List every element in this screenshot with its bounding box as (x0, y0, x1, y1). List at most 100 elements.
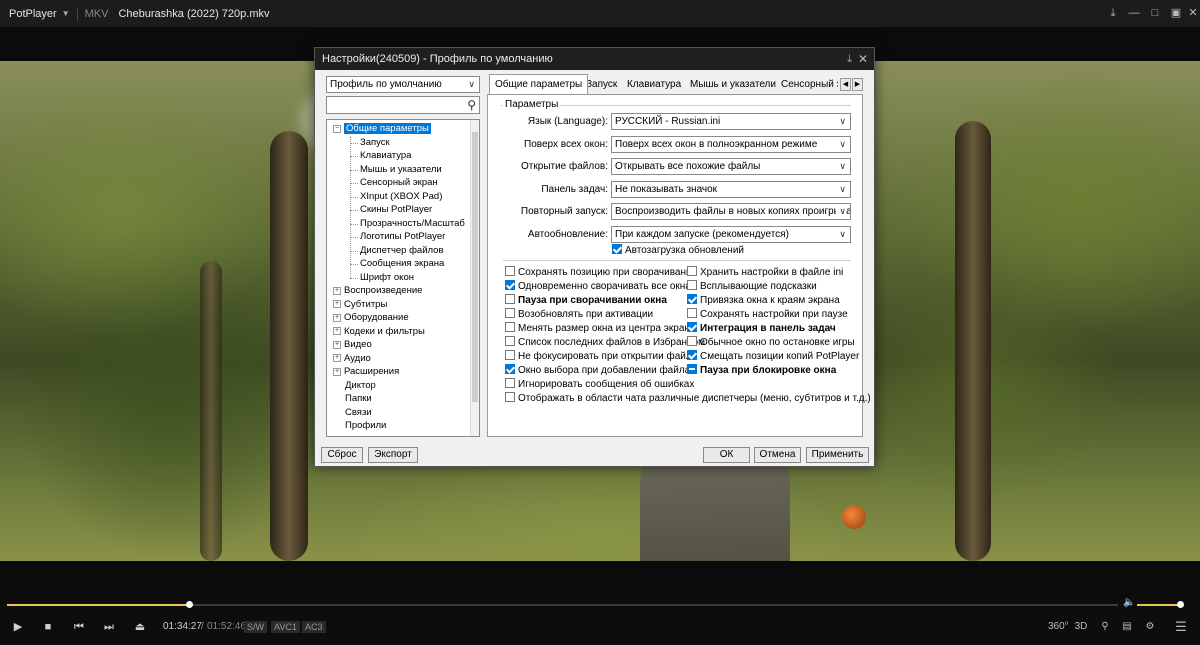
tree-item-section[interactable]: Профили (345, 419, 386, 433)
tree-item-child[interactable]: Сенсорный экран (360, 176, 438, 190)
checkbox-icon[interactable] (505, 280, 515, 291)
tree-item-group[interactable]: + Видео (333, 338, 372, 352)
chat-dispatchers-checkbox[interactable]: Отображать в области чата различные дисп… (505, 392, 871, 404)
video-codec-badge[interactable]: AVC1 (271, 621, 300, 633)
tree-item-group[interactable]: + Оборудование (333, 311, 409, 325)
tree-item-section[interactable]: Диктор (345, 379, 376, 393)
tree-item-group[interactable]: + Субтитры (333, 298, 387, 312)
vr-360-button[interactable]: 360° (1048, 620, 1069, 634)
option-checkbox[interactable]: Список последних файлов в Избранном (505, 336, 705, 348)
volume-handle[interactable] (1176, 601, 1184, 608)
tree-item-group[interactable]: + Воспроизведение (333, 284, 422, 298)
collapse-icon[interactable]: − (333, 124, 341, 133)
option-checkbox[interactable]: Хранить настройки в файле ini (687, 266, 843, 278)
eject-icon[interactable]: ⏏ (132, 620, 148, 634)
pin-icon[interactable]: ⤓ (847, 48, 852, 70)
setting-select[interactable]: РУССКИЙ - Russian.ini ∨ (611, 113, 851, 130)
option-checkbox[interactable]: Пауза при блокировке окна (687, 364, 836, 376)
option-checkbox[interactable]: Менять размер окна из центра экрана (505, 322, 696, 334)
setting-select[interactable]: Поверх всех окон в полноэкранном режиме ∨ (611, 136, 851, 153)
tab-item[interactable]: Клавиатура (622, 77, 686, 94)
seek-handle[interactable] (186, 601, 194, 608)
seek-bar[interactable] (7, 601, 1118, 608)
expand-icon[interactable]: + (333, 313, 341, 322)
setting-select[interactable]: Открывать все похожие файлы ∨ (611, 158, 851, 175)
option-checkbox[interactable]: Окно выбора при добавлении файла (505, 364, 690, 376)
option-checkbox[interactable]: Возобновлять при активации (505, 308, 653, 320)
expand-icon[interactable]: + (333, 354, 341, 362)
reset-button[interactable]: Сброс (321, 447, 363, 463)
speaker-icon[interactable]: 🔈 (1123, 597, 1135, 608)
profile-select[interactable]: Профиль по умолчанию ∨ (326, 76, 480, 93)
checkbox-icon[interactable] (687, 364, 697, 375)
tree-item-section[interactable]: Папки (345, 392, 372, 406)
option-checkbox[interactable]: Одновременно сворачивать все окна (505, 280, 691, 292)
current-time[interactable]: 01:34:27 (163, 621, 202, 632)
audio-codec-badge[interactable]: AC3 (302, 621, 326, 633)
option-checkbox[interactable]: Привязка окна к краям экрана (687, 294, 840, 306)
tree-item-child[interactable]: XInput (XBOX Pad) (360, 190, 442, 204)
option-checkbox[interactable]: Игнорировать сообщения об ошибках (505, 378, 694, 390)
checkbox-icon[interactable] (687, 322, 697, 333)
checkbox-icon[interactable] (687, 336, 697, 347)
play-icon[interactable]: ▶ (10, 620, 26, 634)
tab-scroll-left-icon[interactable]: ◀ (840, 78, 851, 91)
pin-icon[interactable]: ⤓ (1106, 6, 1120, 20)
apply-button[interactable]: Применить (806, 447, 869, 463)
tree-item-child[interactable]: Скины PotPlayer (360, 203, 432, 217)
checkbox-icon[interactable] (505, 308, 515, 319)
expand-icon[interactable]: + (333, 300, 341, 308)
checkbox-icon[interactable] (505, 350, 515, 361)
tree-item-group[interactable]: + Кодеки и фильтры (333, 325, 425, 339)
checkbox-icon[interactable] (687, 280, 697, 291)
checkbox-icon[interactable] (687, 294, 697, 305)
playlist-icon[interactable]: ▤ (1118, 620, 1136, 634)
tree-item-child[interactable]: Логотипы PotPlayer (360, 230, 445, 244)
volume-slider[interactable] (1137, 601, 1184, 608)
maximize-icon[interactable]: □ (1148, 6, 1162, 20)
dialog-close-icon[interactable]: ✕ (858, 48, 868, 70)
tree-scrollbar[interactable] (470, 120, 479, 436)
minimize-icon[interactable]: — (1127, 6, 1141, 20)
ok-button[interactable]: ОК (703, 447, 750, 463)
total-time[interactable]: 01:52:46 (207, 621, 246, 632)
tree-item-group[interactable]: + Расширения (333, 365, 399, 379)
checkbox-icon[interactable] (505, 322, 515, 333)
option-checkbox[interactable]: Сохранять настройки при паузе (687, 308, 848, 320)
option-checkbox[interactable]: Пауза при сворачивании окна (505, 294, 667, 306)
tree-item-child[interactable]: Запуск (360, 136, 390, 150)
tree-item-child[interactable]: Прозрачность/Масштаб (360, 217, 465, 231)
chevron-down-icon[interactable]: ▼ (62, 9, 70, 18)
cancel-button[interactable]: Отмена (754, 447, 801, 463)
search-icon[interactable]: ⚲ (467, 97, 476, 113)
checkbox-icon[interactable] (505, 364, 515, 375)
checkbox-icon[interactable] (505, 266, 515, 277)
expand-icon[interactable]: + (333, 340, 341, 349)
checkbox-icon[interactable] (612, 244, 622, 255)
option-checkbox[interactable]: Не фокусировать при открытии файла (505, 350, 697, 362)
option-checkbox[interactable]: Обычное окно по остановке игры (687, 336, 855, 348)
tree-item-child[interactable]: Сообщения экрана (360, 257, 444, 271)
expand-icon[interactable]: + (333, 327, 341, 335)
option-checkbox[interactable]: Смещать позиции копий PotPlayer (687, 350, 859, 362)
tab-item[interactable]: Мышь и указатели (685, 77, 781, 94)
checkbox-icon[interactable] (687, 266, 697, 277)
sw-badge[interactable]: S/W (244, 621, 267, 633)
menu-icon[interactable]: ☰ (1172, 620, 1190, 634)
checkbox-icon[interactable] (505, 336, 515, 347)
tab-item[interactable]: Сенсорный э (776, 77, 838, 94)
checkbox-icon[interactable] (505, 392, 515, 403)
previous-icon[interactable]: ⏮ (71, 620, 87, 634)
stop-icon[interactable]: ■ (40, 620, 56, 634)
settings-gear-icon[interactable]: ⚙ (1141, 620, 1159, 634)
settings-search-input[interactable]: ⚲ (326, 96, 480, 114)
tree-item-section[interactable]: Связи (345, 406, 372, 420)
tree-item-general[interactable]: − Общие параметры (333, 122, 431, 136)
option-checkbox[interactable]: Всплывающие подсказки (687, 280, 817, 292)
close-icon[interactable]: ✕ (1186, 6, 1200, 20)
next-icon[interactable]: ⏭ (101, 620, 117, 634)
tree-item-group[interactable]: + Аудио (333, 352, 371, 366)
tree-item-child[interactable]: Шрифт окон (360, 271, 414, 285)
checkbox-icon[interactable] (505, 378, 515, 389)
tree-item-child[interactable]: Мышь и указатели (360, 163, 442, 177)
